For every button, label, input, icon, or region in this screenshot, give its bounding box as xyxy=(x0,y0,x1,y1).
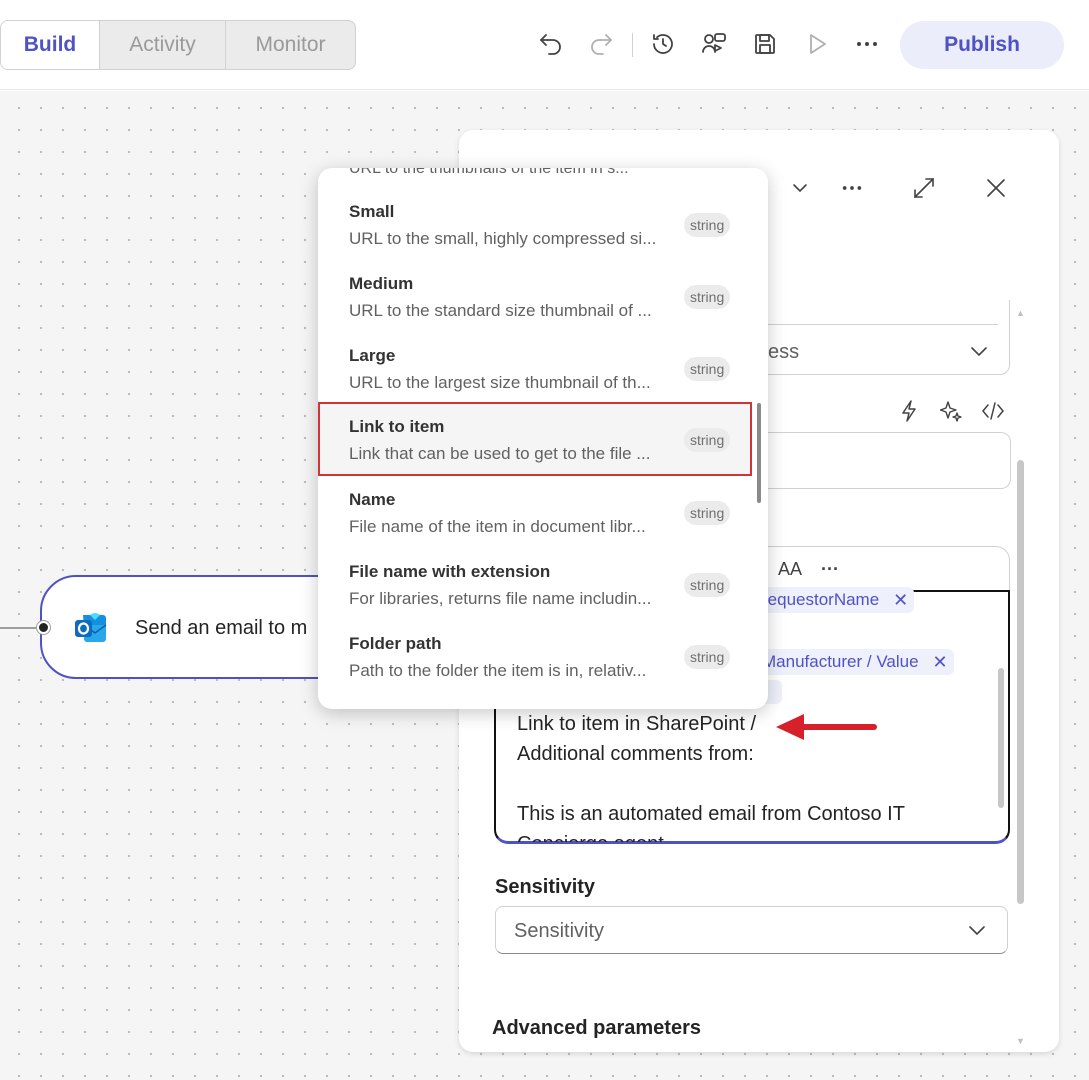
type-badge: string xyxy=(684,357,731,381)
to-field-value: ess xyxy=(768,341,800,363)
item-description: Link that can be used to get to the file… xyxy=(349,444,651,463)
expand-icon[interactable] xyxy=(910,174,938,202)
dropdown-item-cut-off[interactable]: URL to the thumbnails of the item in s..… xyxy=(349,168,629,178)
dropdown-scrollbar[interactable] xyxy=(757,403,761,503)
advanced-parameters-label[interactable]: Advanced parameters xyxy=(492,1017,701,1040)
tab-build[interactable]: Build xyxy=(1,21,99,69)
node-label: Send an email to m xyxy=(135,617,308,639)
token-label: requestorName xyxy=(762,590,880,609)
sensitivity-label: Sensitivity xyxy=(495,876,596,898)
remove-token-icon[interactable]: ✕ xyxy=(893,590,908,611)
outlook-icon xyxy=(73,611,109,645)
item-title: Medium xyxy=(349,274,414,293)
item-description: URL to the small, highly compressed si..… xyxy=(349,229,657,248)
dropdown-item-link-to-item[interactable]: Link to item Link that can be used to ge… xyxy=(318,402,752,476)
chevron-down-icon[interactable] xyxy=(788,176,812,200)
body-line-agent: Concierge agent xyxy=(517,833,664,842)
dynamic-content-dropdown: URL to the thumbnails of the item in s..… xyxy=(318,168,768,709)
body-line-comments: Additional comments from: xyxy=(517,743,754,765)
chevron-down-icon[interactable] xyxy=(963,919,991,941)
item-title: Name xyxy=(349,490,396,509)
type-badge: string xyxy=(684,501,731,525)
more-icon[interactable] xyxy=(851,28,883,60)
type-badge: string xyxy=(684,285,731,309)
test-flow-icon[interactable] xyxy=(698,28,730,60)
toolbar-separator xyxy=(632,33,633,57)
item-title: Link to item xyxy=(349,417,445,436)
type-badge: string xyxy=(684,213,731,237)
scroll-up-icon[interactable]: ▲ xyxy=(1016,308,1025,318)
sparkle-icon[interactable] xyxy=(939,398,963,424)
mode-tabs: Build Activity Monitor xyxy=(0,20,356,70)
close-icon[interactable] xyxy=(982,174,1010,202)
item-description: URL to the standard size thumbnail of ..… xyxy=(349,301,652,320)
token-label: Manufacturer / Value xyxy=(762,652,919,671)
font-size-button[interactable]: AA xyxy=(776,556,804,582)
dropdown-item-name[interactable]: Name File name of the item in document l… xyxy=(318,478,768,550)
dropdown-item-small[interactable]: Small URL to the small, highly compresse… xyxy=(318,190,768,262)
field-divider xyxy=(760,324,998,325)
panel-more-icon[interactable] xyxy=(838,176,866,200)
item-title: Small xyxy=(349,202,395,221)
item-description: File name of the item in document libr..… xyxy=(349,517,646,536)
item-title: Folder path xyxy=(349,634,442,653)
tab-activity[interactable]: Activity xyxy=(99,21,225,69)
body-line-automated: This is an automated email from Contoso … xyxy=(517,803,905,825)
dynamic-token-requestor-name[interactable]: requestorName ✕ xyxy=(756,587,915,613)
scroll-down-icon[interactable]: ▼ xyxy=(1016,1036,1025,1046)
undo-icon[interactable] xyxy=(535,28,567,60)
type-badge: string xyxy=(684,645,731,669)
publish-button[interactable]: Publish xyxy=(900,21,1064,69)
dropdown-item-medium[interactable]: Medium URL to the standard size thumbnai… xyxy=(318,262,768,334)
dropdown-item-file-name-with-extension[interactable]: File name with extension For libraries, … xyxy=(318,550,768,622)
chevron-down-icon[interactable] xyxy=(966,340,992,362)
type-badge: string xyxy=(684,428,731,452)
font-size-label: AA xyxy=(777,558,802,579)
item-title: File name with extension xyxy=(349,562,551,581)
item-description: For libraries, returns file name includi… xyxy=(349,589,652,608)
lightning-icon[interactable] xyxy=(898,398,920,424)
node-connector-dot xyxy=(37,621,50,634)
dropdown-item-large[interactable]: Large URL to the largest size thumbnail … xyxy=(318,334,768,406)
history-icon[interactable] xyxy=(647,28,679,60)
tab-monitor[interactable]: Monitor xyxy=(225,21,355,69)
code-icon[interactable] xyxy=(980,398,1006,424)
annotation-arrow-icon xyxy=(774,711,880,743)
editor-more-button[interactable]: ··· xyxy=(816,556,844,582)
item-description: Path to the folder the item is in, relat… xyxy=(349,661,647,680)
body-line-link: Link to item in SharePoint / xyxy=(517,713,757,735)
dropdown-item-folder-path[interactable]: Folder path Path to the folder the item … xyxy=(318,622,768,694)
run-icon[interactable] xyxy=(801,28,833,60)
subject-field[interactable] xyxy=(740,432,1011,489)
redo-icon[interactable] xyxy=(585,28,617,60)
remove-token-icon[interactable]: ✕ xyxy=(933,652,948,673)
type-badge: string xyxy=(684,573,731,597)
editor-scrollbar[interactable] xyxy=(998,668,1004,808)
dynamic-token-manufacturer[interactable]: Manufacturer / Value ✕ xyxy=(756,649,954,675)
panel-scrollbar[interactable] xyxy=(1017,460,1024,904)
editor-more-icon: ··· xyxy=(821,558,839,579)
item-description: URL to the largest size thumbnail of th.… xyxy=(349,373,651,392)
item-title: Large xyxy=(349,346,396,365)
save-icon[interactable] xyxy=(749,28,781,60)
top-bar: Build Activity Monitor Publish xyxy=(0,0,1089,90)
sensitivity-placeholder: Sensitivity xyxy=(514,920,605,942)
node-connector xyxy=(0,627,42,629)
